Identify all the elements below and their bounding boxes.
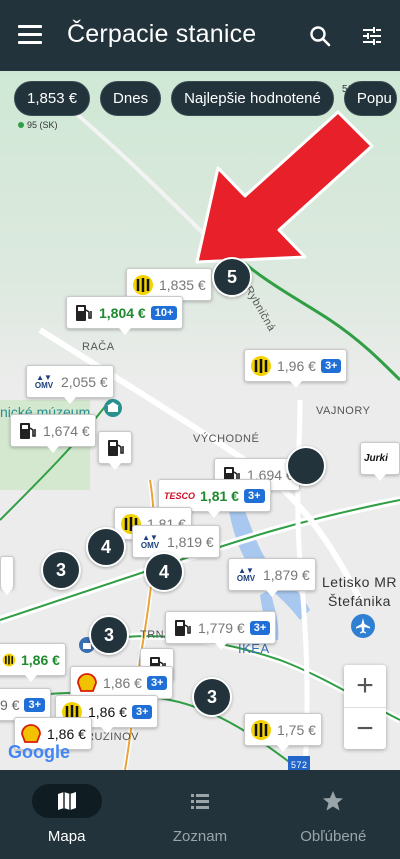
slovnaft-logo-icon xyxy=(133,274,153,295)
count-badge: 3+ xyxy=(146,675,168,690)
filter-chips: 1,853 € Dnes Najlepšie hodnotené Popu xyxy=(14,81,397,116)
app-bar: Čerpacie stanice xyxy=(0,0,400,71)
price-label: 1,86 € xyxy=(47,725,86,742)
fuel-pump-icon xyxy=(76,304,92,321)
nav-favorites[interactable]: Obľúbené xyxy=(267,770,400,859)
omv-logo-text: OMV xyxy=(236,573,256,583)
tesco-logo-icon: TESCO xyxy=(164,490,196,501)
fuel-note-text: 95 (SK) xyxy=(27,120,58,130)
shell-logo-icon xyxy=(77,672,97,692)
station-marker[interactable] xyxy=(0,556,14,595)
count-badge: 3+ xyxy=(131,704,153,719)
station-marker[interactable]: ▲▼ OMV 1,879 € xyxy=(228,558,316,597)
zoom-in-button[interactable]: + xyxy=(344,665,386,707)
map-label-raca: RAČA xyxy=(82,341,115,353)
road-number: 572 xyxy=(291,760,308,770)
station-marker[interactable]: 1,86 € xyxy=(0,643,66,682)
cluster-marker[interactable]: 4 xyxy=(144,552,184,592)
station-marker[interactable] xyxy=(98,431,132,470)
cluster-marker[interactable]: 3 xyxy=(192,677,232,717)
station-marker[interactable]: 1,779 € 3+ xyxy=(165,611,277,650)
cluster-marker[interactable]: 4 xyxy=(86,527,126,567)
omv-logo-icon: ▲▼ OMV xyxy=(140,532,160,550)
price-label: 1,674 € xyxy=(43,422,90,439)
search-icon[interactable] xyxy=(308,24,332,48)
station-marker[interactable]: Jurki xyxy=(360,442,400,481)
omv-logo-text: OMV xyxy=(34,380,54,390)
fuel-pump-icon xyxy=(175,619,191,636)
price-label: 1,804 € xyxy=(99,304,146,321)
count-badge: 3+ xyxy=(249,620,271,635)
chip-price[interactable]: 1,853 € xyxy=(14,81,91,116)
fuel-pump-icon xyxy=(20,422,36,439)
omv-logo-icon: ▲▼ OMV xyxy=(34,372,54,390)
price-label: 1,879 € xyxy=(263,566,310,583)
nav-list-label: Zoznam xyxy=(172,828,228,845)
bottom-navigation: Mapa Zoznam Obľúbené xyxy=(0,770,400,859)
chip-today[interactable]: Dnes xyxy=(100,81,162,116)
cluster-marker[interactable]: 3 xyxy=(41,550,81,590)
price-label: 1,779 € xyxy=(198,619,245,636)
station-marker[interactable]: 1,674 € xyxy=(10,414,96,453)
cluster-marker[interactable]: 5 xyxy=(212,257,252,297)
price-label: 1,96 € xyxy=(277,357,316,374)
price-label: 2,055 € xyxy=(61,373,108,390)
museum-icon xyxy=(104,399,122,417)
cluster-marker[interactable] xyxy=(286,446,326,486)
station-marker[interactable]: 1,96 € 3+ xyxy=(244,349,348,388)
star-icon xyxy=(298,784,368,818)
zoom-out-button[interactable]: − xyxy=(344,707,386,749)
count-badge: 3+ xyxy=(320,358,342,373)
count-badge: 3+ xyxy=(24,697,46,712)
list-icon xyxy=(165,784,235,818)
station-marker[interactable]: ▲▼ OMV 1,819 € xyxy=(132,525,220,564)
google-logo: Google xyxy=(8,742,70,762)
price-label: 1,86 € xyxy=(21,651,60,668)
slovnaft-logo-icon xyxy=(2,653,16,666)
price-label: 1,819 € xyxy=(167,533,214,550)
map-label-letisko: Letisko MR xyxy=(322,574,398,590)
cluster-marker[interactable]: 3 xyxy=(89,615,129,655)
slovnaft-logo-icon xyxy=(251,355,271,376)
chip-best-rated[interactable]: Najlepšie hodnotené xyxy=(171,81,334,116)
nav-map[interactable]: Mapa xyxy=(0,770,133,859)
nav-favorites-label: Obľúbené xyxy=(300,828,367,845)
fuel-pump-icon xyxy=(108,439,124,456)
page-title: Čerpacie stanice xyxy=(67,20,257,48)
station-marker[interactable]: 1,804 € 10+ xyxy=(66,296,184,335)
map-icon xyxy=(31,784,102,818)
map-label-stefanika: Štefánika xyxy=(328,593,391,609)
count-badge: 10+ xyxy=(150,305,178,320)
price-label-partial: 9 € xyxy=(0,696,20,713)
jurki-logo-icon: Jurki xyxy=(364,453,388,464)
zoom-controls: + − xyxy=(344,665,386,749)
station-marker[interactable]: 1,75 € xyxy=(244,713,322,752)
omv-logo-icon: ▲▼ OMV xyxy=(236,565,256,583)
fuel-note: 95 (SK) xyxy=(18,120,58,130)
chip-popular[interactable]: Popu xyxy=(343,81,397,116)
station-marker[interactable]: ▲▼ OMV 2,055 € xyxy=(26,365,114,404)
filter-settings-icon[interactable] xyxy=(360,24,384,48)
nav-list[interactable]: Zoznam xyxy=(133,770,266,859)
price-label: 1,86 € xyxy=(88,703,127,720)
red-arrow xyxy=(195,110,374,264)
google-attribution: Google xyxy=(8,742,70,763)
map-label-vajnory: VAJNORY xyxy=(316,405,371,417)
nav-map-label: Mapa xyxy=(47,828,86,845)
price-label: 1,835 € xyxy=(159,276,206,293)
count-badge: 3+ xyxy=(243,488,265,503)
menu-icon[interactable] xyxy=(18,25,42,45)
price-label: 1,75 € xyxy=(277,721,316,738)
omv-logo-text: OMV xyxy=(140,540,160,550)
map-label-vychodne: VÝCHODNÉ xyxy=(193,433,260,445)
slovnaft-logo-icon xyxy=(251,719,271,740)
airport-icon xyxy=(351,614,375,638)
status-dot xyxy=(18,122,24,128)
price-label: 1,81 € xyxy=(200,487,239,504)
price-label: 1,86 € xyxy=(103,674,142,691)
